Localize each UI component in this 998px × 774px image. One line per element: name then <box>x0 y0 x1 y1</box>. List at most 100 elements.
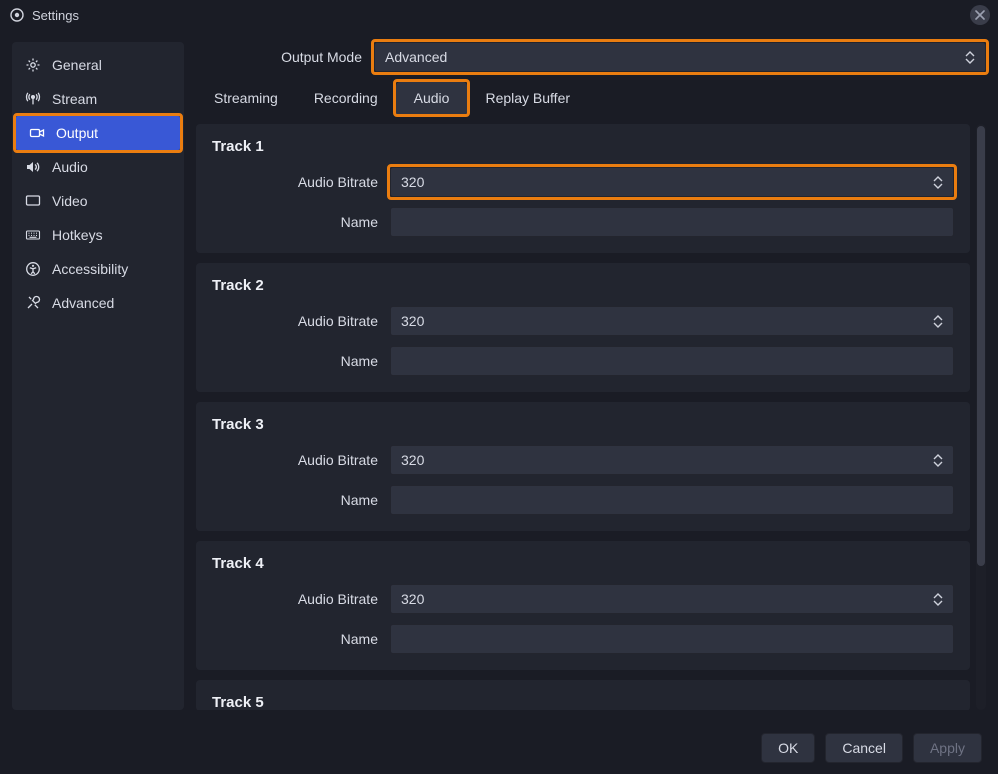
track2-bitrate-select[interactable]: 320 <box>390 306 954 336</box>
close-icon <box>975 10 985 20</box>
name-label: Name <box>212 214 382 230</box>
name-label: Name <box>212 631 382 647</box>
tab-replay-buffer[interactable]: Replay Buffer <box>467 82 588 114</box>
app-icon <box>8 6 26 24</box>
track2-name-input[interactable] <box>390 346 954 376</box>
sidebar: General Stream Output Audio <box>12 42 184 710</box>
tracks-scroll: Track 1 Audio Bitrate 320 <box>196 124 970 710</box>
track-title: Track 3 <box>212 416 954 433</box>
keyboard-icon <box>24 226 42 244</box>
track-title: Track 5 <box>212 694 954 710</box>
main-panel: Output Mode Advanced Streaming Recording <box>196 42 986 710</box>
cancel-button[interactable]: Cancel <box>825 733 903 763</box>
tab-recording[interactable]: Recording <box>296 82 396 114</box>
sidebar-item-general[interactable]: General <box>12 48 184 82</box>
track1-name-input[interactable] <box>390 207 954 237</box>
track4-bitrate-select[interactable]: 320 <box>390 584 954 614</box>
track1-bitrate-select[interactable]: 320 <box>390 167 954 197</box>
sidebar-item-label: Audio <box>52 159 88 175</box>
bitrate-label: Audio Bitrate <box>212 591 382 607</box>
sidebar-item-audio[interactable]: Audio <box>12 150 184 184</box>
name-row: Name <box>212 207 954 237</box>
sidebar-item-stream[interactable]: Stream <box>12 82 184 116</box>
sidebar-item-label: Video <box>52 193 88 209</box>
bitrate-row: Audio Bitrate 320 <box>212 306 954 336</box>
footer: OK Cancel Apply <box>0 722 998 774</box>
spinner-arrows-icon <box>933 173 947 191</box>
scrollbar-track[interactable] <box>976 124 986 710</box>
name-label: Name <box>212 353 382 369</box>
name-row: Name <box>212 485 954 515</box>
sidebar-item-label: Accessibility <box>52 261 128 277</box>
name-row: Name <box>212 624 954 654</box>
bitrate-row: Audio Bitrate 320 <box>212 584 954 614</box>
bitrate-value: 320 <box>401 313 424 329</box>
bitrate-label: Audio Bitrate <box>212 452 382 468</box>
name-label: Name <box>212 492 382 508</box>
track3-bitrate-select[interactable]: 320 <box>390 445 954 475</box>
output-mode-label: Output Mode <box>196 49 366 65</box>
track-panel-2: Track 2 Audio Bitrate 320 <box>196 263 970 392</box>
tools-icon <box>24 294 42 312</box>
sidebar-item-label: Advanced <box>52 295 114 311</box>
bitrate-value: 320 <box>401 174 424 190</box>
apply-label: Apply <box>930 740 965 756</box>
name-row: Name <box>212 346 954 376</box>
bitrate-label: Audio Bitrate <box>212 313 382 329</box>
bitrate-select-wrap: 320 <box>390 445 954 475</box>
sidebar-item-label: Output <box>56 125 98 141</box>
track-panel-1: Track 1 Audio Bitrate 320 <box>196 124 970 253</box>
output-tabs: Streaming Recording Audio Replay Buffer <box>196 82 986 114</box>
ok-button[interactable]: OK <box>761 733 815 763</box>
track-title: Track 4 <box>212 555 954 572</box>
tab-audio[interactable]: Audio <box>396 82 468 114</box>
antenna-icon <box>24 90 42 108</box>
tracks-area: Track 1 Audio Bitrate 320 <box>196 124 986 710</box>
sidebar-item-label: Hotkeys <box>52 227 103 243</box>
tab-streaming[interactable]: Streaming <box>196 82 296 114</box>
camera-icon <box>28 124 46 142</box>
sidebar-item-hotkeys[interactable]: Hotkeys <box>12 218 184 252</box>
settings-window: Settings General Stream <box>0 0 998 774</box>
sidebar-item-advanced[interactable]: Advanced <box>12 286 184 320</box>
spinner-arrows-icon <box>933 312 947 330</box>
sidebar-item-label: General <box>52 57 102 73</box>
bitrate-row: Audio Bitrate 320 <box>212 167 954 197</box>
bitrate-value: 320 <box>401 452 424 468</box>
output-mode-value: Advanced <box>385 49 447 65</box>
titlebar: Settings <box>0 0 998 30</box>
apply-button[interactable]: Apply <box>913 733 982 763</box>
speaker-icon <box>24 158 42 176</box>
track-panel-3: Track 3 Audio Bitrate 320 <box>196 402 970 531</box>
sidebar-item-output[interactable]: Output <box>16 116 180 150</box>
output-mode-select[interactable]: Advanced <box>374 42 986 72</box>
tab-label: Replay Buffer <box>485 90 570 106</box>
monitor-icon <box>24 192 42 210</box>
content-area: General Stream Output Audio <box>0 30 998 722</box>
close-button[interactable] <box>970 5 990 25</box>
bitrate-select-wrap: 320 <box>390 584 954 614</box>
sidebar-item-accessibility[interactable]: Accessibility <box>12 252 184 286</box>
sidebar-item-video[interactable]: Video <box>12 184 184 218</box>
bitrate-select-wrap: 320 <box>390 167 954 197</box>
sidebar-item-label: Stream <box>52 91 97 107</box>
gear-icon <box>24 56 42 74</box>
track-panel-4: Track 4 Audio Bitrate 320 <box>196 541 970 670</box>
ok-label: OK <box>778 740 798 756</box>
tab-label: Audio <box>414 90 450 106</box>
track3-name-input[interactable] <box>390 485 954 515</box>
track-panel-5: Track 5 <box>196 680 970 710</box>
spinner-arrows-icon <box>933 451 947 469</box>
accessibility-icon <box>24 260 42 278</box>
track4-name-input[interactable] <box>390 624 954 654</box>
bitrate-row: Audio Bitrate 320 <box>212 445 954 475</box>
bitrate-select-wrap: 320 <box>390 306 954 336</box>
cancel-label: Cancel <box>842 740 886 756</box>
spinner-arrows-icon <box>965 48 979 66</box>
tab-label: Recording <box>314 90 378 106</box>
track-title: Track 1 <box>212 138 954 155</box>
bitrate-value: 320 <box>401 591 424 607</box>
window-title: Settings <box>32 8 79 23</box>
scrollbar-thumb[interactable] <box>977 126 985 566</box>
output-mode-select-wrap: Advanced <box>374 42 986 72</box>
